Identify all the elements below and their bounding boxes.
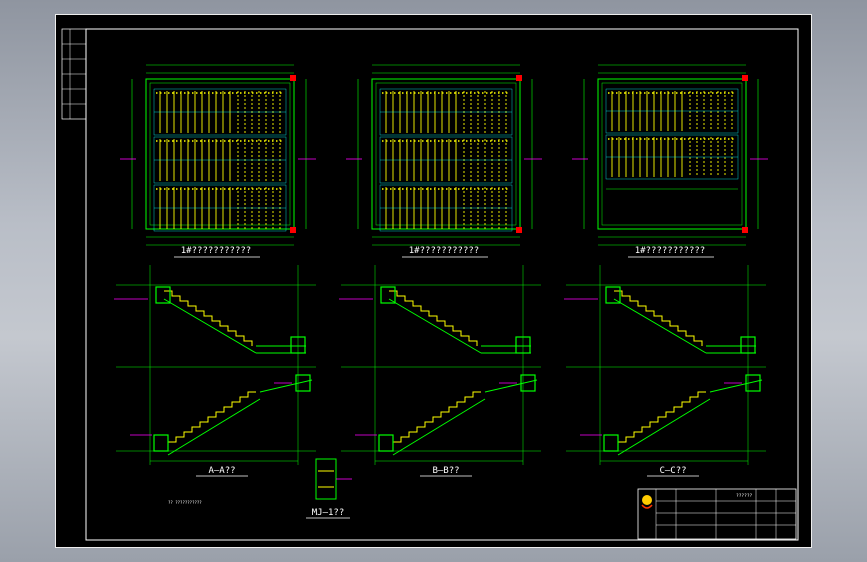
title-block — [637, 488, 797, 540]
upper-flight-steps — [614, 290, 703, 346]
revision-strip-lines — [62, 29, 86, 119]
upper-landing — [259, 379, 313, 393]
lower-flight-steps — [617, 391, 706, 447]
section-title-c: C—C?? — [659, 466, 686, 476]
lower-flight-soffit — [392, 398, 486, 456]
lower-flight-steps — [392, 391, 481, 447]
corner-marker — [742, 75, 748, 81]
plan-title-2: 1#??????????? — [409, 246, 479, 256]
plan-title-3: 1#??????????? — [635, 246, 705, 256]
detail-title: MJ—1?? — [312, 508, 345, 518]
lower-flight-soffit — [617, 398, 711, 456]
upper-flight-soffit — [163, 298, 257, 354]
upper-landing — [709, 379, 763, 393]
beam-section — [605, 286, 621, 304]
section-title-a: A—A?? — [208, 466, 235, 476]
beam-section — [378, 434, 394, 452]
cad-viewport[interactable]: 1#??????????? 1#??????????? 1#??????????… — [0, 0, 867, 562]
drawing-sheet: 1#??????????? 1#??????????? 1#??????????… — [55, 14, 812, 548]
plan-1 — [120, 64, 316, 246]
section-views — [114, 265, 766, 465]
detail-mj1 — [315, 458, 352, 500]
upper-flight-steps — [164, 290, 253, 346]
beam-section — [603, 434, 619, 452]
plan-3 — [572, 64, 768, 246]
section-2 — [339, 265, 541, 465]
plan-outline — [597, 78, 747, 230]
title-block-text: ?????? — [736, 493, 753, 499]
upper-flight-soffit — [613, 298, 707, 354]
beam-section — [153, 434, 169, 452]
title-block-border — [637, 488, 797, 540]
upper-flight-steps — [389, 290, 478, 346]
general-note: ?? ??????????? — [168, 500, 202, 505]
lower-flight-steps — [167, 391, 256, 447]
plan-inner-wall — [149, 82, 291, 226]
beam-section — [380, 286, 396, 304]
corner-marker — [290, 227, 296, 233]
stair-drawing: 1#??????????? 1#??????????? 1#??????????… — [61, 28, 799, 541]
plan-outline — [371, 78, 521, 230]
corner-marker — [742, 227, 748, 233]
upper-flight-soffit — [388, 298, 482, 354]
logo-emblem — [642, 495, 652, 505]
lower-flight-soffit — [167, 398, 261, 456]
section-title-b: B—B?? — [432, 466, 459, 476]
plan-inner-wall — [601, 82, 743, 226]
section-3 — [564, 265, 766, 465]
plan-inner-wall — [375, 82, 517, 226]
plan-views — [120, 64, 768, 246]
logo-swoosh — [641, 504, 653, 509]
detail-plate — [315, 458, 337, 500]
section-1 — [114, 265, 316, 465]
plan-outline — [145, 78, 295, 230]
beam-section — [155, 286, 171, 304]
upper-landing — [484, 379, 538, 393]
corner-marker — [516, 75, 522, 81]
plan-2 — [346, 64, 542, 246]
corner-marker — [290, 75, 296, 81]
corner-marker — [516, 227, 522, 233]
plan-title-1: 1#??????????? — [181, 246, 251, 256]
